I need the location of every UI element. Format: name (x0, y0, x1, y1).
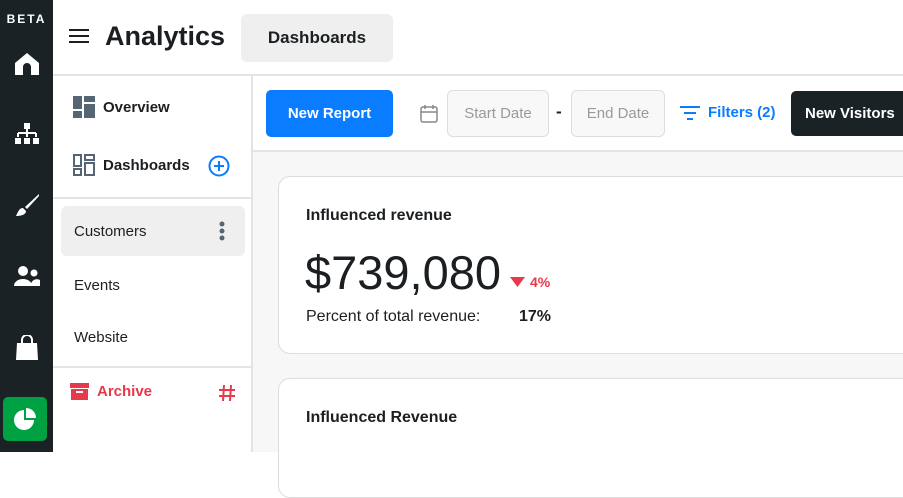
website-label: Website (74, 328, 128, 346)
percent-label: Percent of total revenue: (306, 308, 481, 325)
home-icon[interactable] (0, 44, 53, 84)
sidebar: Overview Dashboards Customers Events Web… (53, 76, 253, 452)
date-separator: - (556, 102, 562, 121)
calendar-icon[interactable] (420, 104, 438, 123)
archive-label: Archive (97, 383, 153, 400)
sidebar-item-archive[interactable]: Archive (70, 383, 152, 400)
shopping-bag-icon[interactable] (0, 328, 53, 368)
dashboards-label: Dashboards (103, 156, 190, 174)
dashboards-icon (73, 154, 95, 176)
start-date-input[interactable]: Start Date (447, 90, 549, 137)
overview-icon (73, 96, 95, 118)
revenue-value: $739,080 (305, 246, 502, 299)
users-icon[interactable] (0, 256, 53, 296)
analytics-pie-icon[interactable] (3, 397, 47, 441)
customers-label: Customers (74, 222, 147, 240)
archive-icon (70, 383, 89, 400)
card-title: Influenced Revenue (306, 409, 458, 426)
new-visitors-button[interactable]: New Visitors (791, 91, 903, 136)
hashtag-icon[interactable] (218, 384, 236, 402)
sidebar-item-dashboards[interactable]: Dashboards (73, 154, 190, 176)
sitemap-icon[interactable] (0, 114, 53, 154)
filter-icon (680, 105, 700, 120)
sidebar-item-website[interactable]: Website (61, 312, 245, 362)
brush-icon[interactable] (0, 186, 53, 226)
new-report-button[interactable]: New Report (266, 90, 393, 137)
end-date-input[interactable]: End Date (571, 90, 665, 137)
main-content: Influenced revenue $739,080 4% Percent o… (253, 152, 903, 498)
toolbar: New Report Start Date - End Date Filters… (253, 76, 903, 152)
influenced-revenue-card: Influenced revenue $739,080 4% Percent o… (278, 176, 903, 354)
change-value: 4% (530, 274, 551, 290)
percent-value: 17% (519, 308, 552, 325)
menu-icon[interactable] (69, 28, 89, 49)
filters-button[interactable]: Filters (2) (680, 104, 776, 121)
beta-badge: BETA (6, 12, 47, 26)
more-vertical-icon[interactable] (219, 221, 225, 241)
sidebar-item-events[interactable]: Events (61, 260, 245, 310)
header: Analytics Dashboards (53, 0, 903, 76)
add-dashboard-icon[interactable] (208, 155, 230, 177)
overview-label: Overview (103, 98, 170, 116)
app-rail: BETA (0, 0, 53, 452)
filters-label: Filters (2) (708, 104, 776, 121)
page-title: Analytics (105, 21, 226, 51)
card-title: Influenced revenue (306, 207, 452, 224)
events-label: Events (74, 276, 120, 294)
sidebar-item-customers[interactable]: Customers (61, 206, 245, 256)
down-arrow-icon (510, 277, 525, 287)
tab-dashboards[interactable]: Dashboards (241, 14, 393, 62)
influenced-revenue-chart-card: Influenced Revenue (278, 378, 903, 498)
sidebar-item-overview[interactable]: Overview (73, 96, 170, 118)
